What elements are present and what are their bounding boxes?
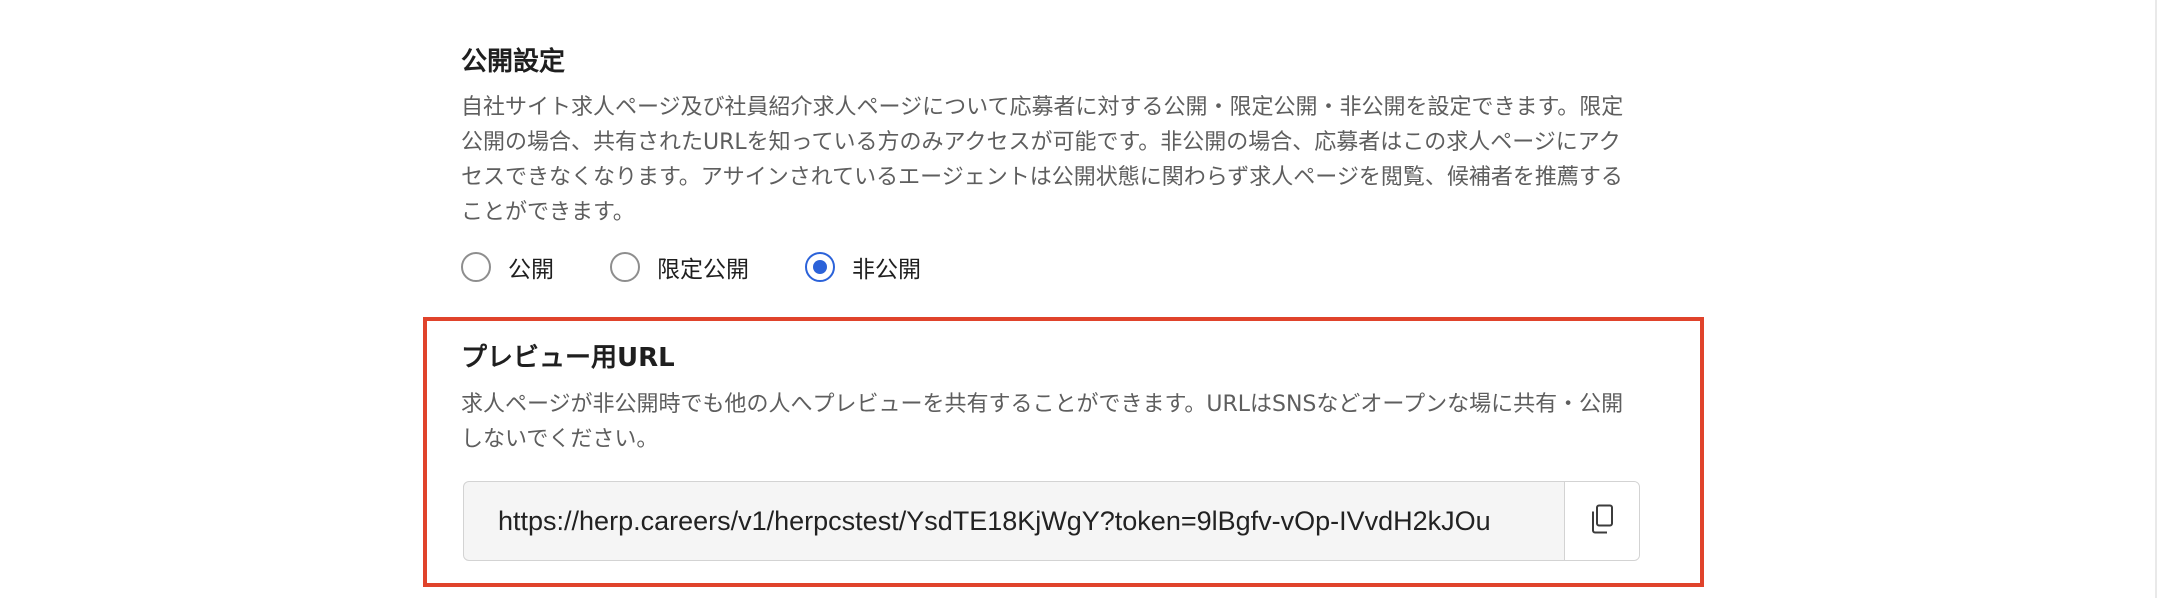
- radio-private[interactable]: 非公開: [805, 250, 921, 284]
- radio-private-circle[interactable]: [805, 252, 835, 282]
- visibility-radio-group: 公開 限定公開 非公開: [461, 250, 977, 284]
- radio-private-label: 非公開: [852, 257, 921, 283]
- visibility-section: 公開設定 自社サイト求人ページ及び社員紹介求人ページについて応募者に対する公開・…: [461, 42, 1631, 230]
- radio-limited[interactable]: 限定公開: [610, 250, 749, 284]
- copy-url-button[interactable]: [1564, 482, 1639, 560]
- visibility-description: 自社サイト求人ページ及び社員紹介求人ページについて応募者に対する公開・限定公開・…: [461, 95, 1624, 225]
- preview-url-description: 求人ページが非公開時でも他の人へプレビューを共有することができます。URLはSN…: [461, 392, 1624, 452]
- radio-public-circle[interactable]: [461, 252, 491, 282]
- visibility-title: 公開設定: [461, 47, 566, 77]
- preview-url-title: プレビュー用URL: [461, 343, 675, 373]
- radio-public[interactable]: 公開: [461, 250, 554, 284]
- right-divider: [2155, 0, 2157, 598]
- radio-limited-circle[interactable]: [610, 252, 640, 282]
- radio-public-label: 公開: [508, 257, 554, 283]
- preview-url-input[interactable]: [464, 482, 1564, 560]
- radio-limited-label: 限定公開: [657, 257, 749, 283]
- copy-icon: [1589, 504, 1615, 538]
- preview-url-field: [463, 481, 1640, 561]
